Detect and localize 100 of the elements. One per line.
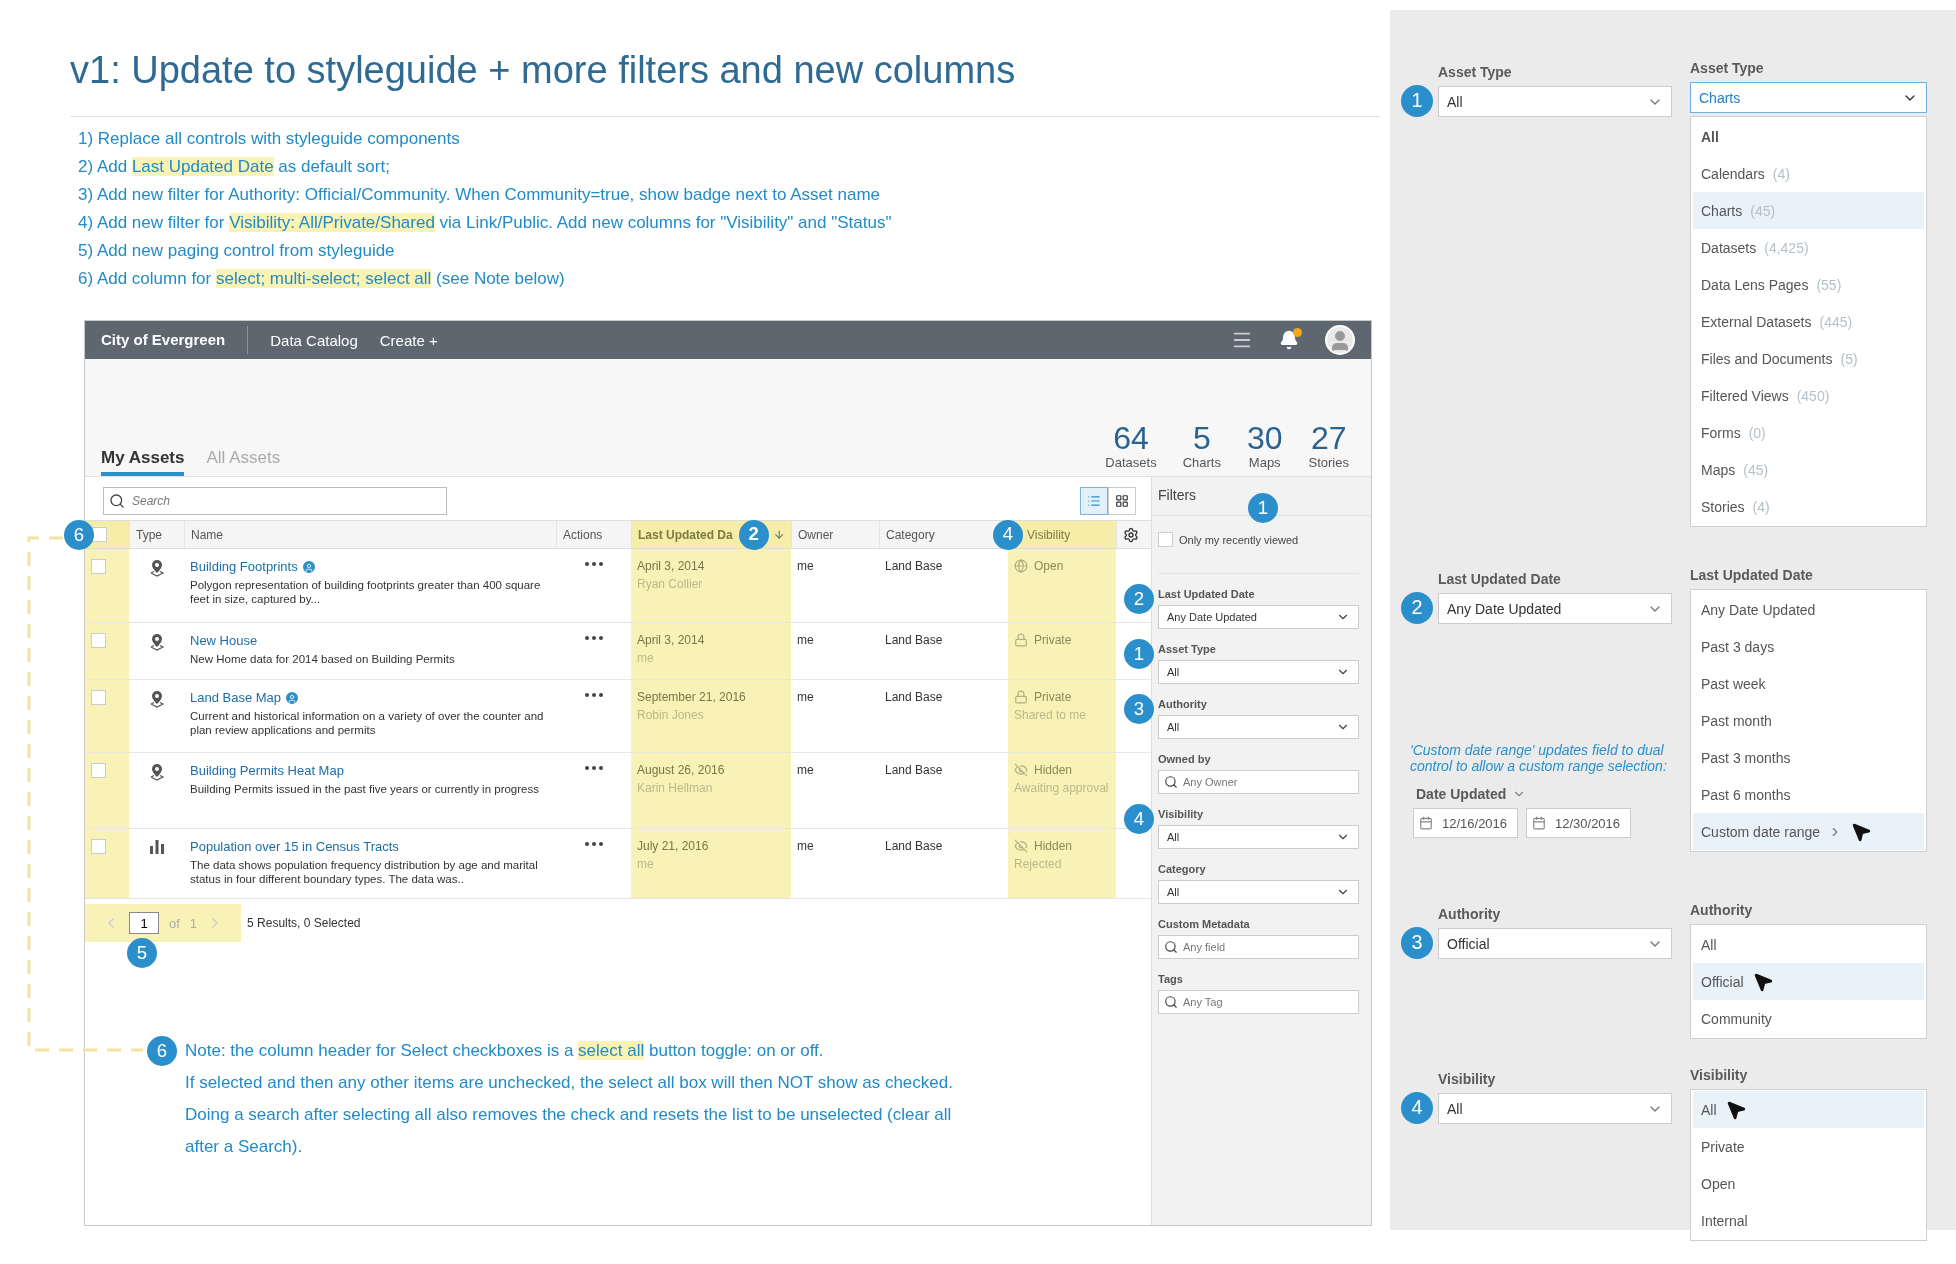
row-checkbox[interactable]: [91, 633, 106, 648]
dropdown[interactable]: All: [1158, 880, 1359, 904]
field-label: Last Updated Date: [1438, 571, 1562, 587]
asset-description: Building Permits issued in the past five years or currently in progress: [190, 782, 539, 796]
menu-option[interactable]: Official: [1693, 963, 1924, 1000]
menu-option[interactable]: Files and Documents (5): [1693, 340, 1924, 377]
owner-text: me: [797, 559, 814, 573]
field-label: Visibility: [1438, 1071, 1497, 1087]
date-field[interactable]: 12/16/2016: [1413, 808, 1518, 838]
column-header[interactable]: Name: [191, 527, 223, 542]
dropdown[interactable]: All: [1438, 1093, 1672, 1124]
search-field[interactable]: Any Owner: [1158, 770, 1359, 794]
search-field[interactable]: Search: [103, 486, 447, 515]
category-text: Land Base: [885, 763, 943, 777]
grid-view-button[interactable]: [1108, 486, 1136, 515]
nav-link[interactable]: Create +: [379, 331, 438, 349]
asset-description: Current and historical information on a variety of over the counter and plan review applications and permits: [190, 709, 545, 737]
menu-option[interactable]: Past 3 days: [1693, 628, 1924, 665]
menu-option[interactable]: Private: [1693, 1128, 1924, 1165]
map-pin-icon: [148, 690, 165, 708]
menu-option[interactable]: All: [1693, 1091, 1924, 1128]
visibility-status: Hidden: [1034, 763, 1073, 777]
calendar-icon: [1532, 816, 1546, 830]
page-input[interactable]: 1: [129, 912, 159, 934]
menu-option[interactable]: All: [1693, 926, 1924, 963]
asset-name-link[interactable]: Population over 15 in Census Tracts: [190, 839, 399, 854]
updated-date: April 3, 2014: [637, 559, 705, 573]
select-all-checkbox[interactable]: [92, 527, 107, 542]
column-header[interactable]: Category: [886, 527, 935, 542]
row-checkbox[interactable]: [91, 559, 106, 574]
menu-option[interactable]: Open: [1693, 1165, 1924, 1202]
search-field[interactable]: Any Tag: [1158, 990, 1359, 1014]
updated-by: Robin Jones: [637, 708, 704, 722]
visibility-status: Hidden: [1034, 839, 1073, 853]
menu-option[interactable]: Stories (4): [1693, 488, 1924, 525]
dropdown[interactable]: All: [1438, 86, 1672, 117]
asset-name-link[interactable]: Building Permits Heat Map: [190, 763, 344, 778]
nav-link[interactable]: Data Catalog: [270, 331, 358, 349]
callout-badge: 1: [1248, 493, 1278, 523]
menu-option[interactable]: All: [1693, 118, 1924, 155]
menu-option[interactable]: Past month: [1693, 702, 1924, 739]
owner-text: me: [797, 633, 814, 647]
row-checkbox[interactable]: [91, 690, 106, 705]
column-header[interactable]: Last Updated Da: [638, 527, 733, 542]
dropdown[interactable]: Official: [1438, 928, 1672, 959]
asset-name-link[interactable]: Building Footprints: [190, 559, 298, 574]
lock-icon: [1014, 690, 1028, 704]
dropdown[interactable]: All: [1158, 660, 1359, 684]
annotation-text: 'Custom date range' updates field to dual control to allow a custom range selection:: [1410, 742, 1668, 774]
community-badge-icon: [302, 560, 315, 573]
filter-label: Custom Metadata: [1158, 918, 1251, 930]
menu-option[interactable]: Data Lens Pages (55): [1693, 266, 1924, 303]
visibility-note: Shared to me: [1014, 708, 1087, 722]
dropdown[interactable]: Any Date Updated: [1438, 593, 1672, 624]
notification-bell-icon[interactable]: [1279, 330, 1299, 350]
updated-date: April 3, 2014: [637, 633, 705, 647]
callout-badge: 4: [1401, 1092, 1433, 1124]
asset-description: Polygon representation of building footprints greater than 400 square feet in size, captured by...: [190, 578, 542, 606]
menu-option[interactable]: Any Date Updated: [1693, 591, 1924, 628]
menu-option[interactable]: Custom date range: [1693, 813, 1924, 850]
map-pin-icon: [148, 559, 165, 577]
dropdown[interactable]: Any Date Updated: [1158, 605, 1359, 629]
menu-option[interactable]: Calendars (4): [1693, 155, 1924, 192]
menu-option[interactable]: Internal: [1693, 1202, 1924, 1239]
note-text: Note: the column header for Select checkboxes is a select all button toggle: on or off.: [185, 1040, 824, 1062]
search-icon: [109, 492, 125, 509]
eye-slash-icon: [1014, 839, 1028, 853]
asset-name-link[interactable]: Land Base Map: [190, 690, 282, 705]
menu-option[interactable]: Forms (0): [1693, 414, 1924, 451]
dropdown[interactable]: All: [1158, 825, 1359, 849]
globe-icon: [1014, 559, 1028, 573]
checkbox-label: Only my recently viewed: [1179, 533, 1299, 546]
avatar-icon[interactable]: [1325, 325, 1355, 355]
date-field[interactable]: 12/30/2016: [1526, 808, 1631, 838]
menu-option[interactable]: External Datasets (445): [1693, 303, 1924, 340]
settings-icon[interactable]: [1123, 526, 1139, 543]
visibility-note: Awaiting approval: [1014, 781, 1109, 795]
menu-option[interactable]: Community: [1693, 1000, 1924, 1037]
brand-name[interactable]: City of Evergreen: [101, 326, 249, 354]
search-field[interactable]: Any field: [1158, 935, 1359, 959]
dropdown[interactable]: All: [1158, 715, 1359, 739]
dropdown[interactable]: Charts: [1690, 82, 1927, 113]
field-label: Date Updated: [1416, 786, 1527, 802]
requirement-note: 6) Add column for select; multi-select; select all (see Note below): [77, 268, 565, 290]
menu-option[interactable]: Past 3 months: [1693, 739, 1924, 776]
menu-option[interactable]: Filtered Views (450): [1693, 377, 1924, 414]
updated-date: September 21, 2016: [637, 690, 746, 704]
field-label: Last Updated Date: [1690, 567, 1814, 583]
sort-arrow-icon[interactable]: [772, 528, 785, 541]
row-checkbox[interactable]: [91, 763, 106, 778]
menu-option[interactable]: Datasets (4,425): [1693, 229, 1924, 266]
menu-option[interactable]: Maps (45): [1693, 451, 1924, 488]
menu-option[interactable]: Past week: [1693, 665, 1924, 702]
checkbox[interactable]: [1158, 532, 1173, 547]
menu-option[interactable]: Past 6 months: [1693, 776, 1924, 813]
row-checkbox[interactable]: [91, 839, 106, 854]
requirement-note: 1) Replace all controls with styleguide components: [77, 128, 460, 150]
updated-by: Ryan Collier: [637, 577, 703, 591]
stat-label: Maps: [1248, 455, 1281, 470]
asset-name-link[interactable]: New House: [190, 633, 258, 648]
